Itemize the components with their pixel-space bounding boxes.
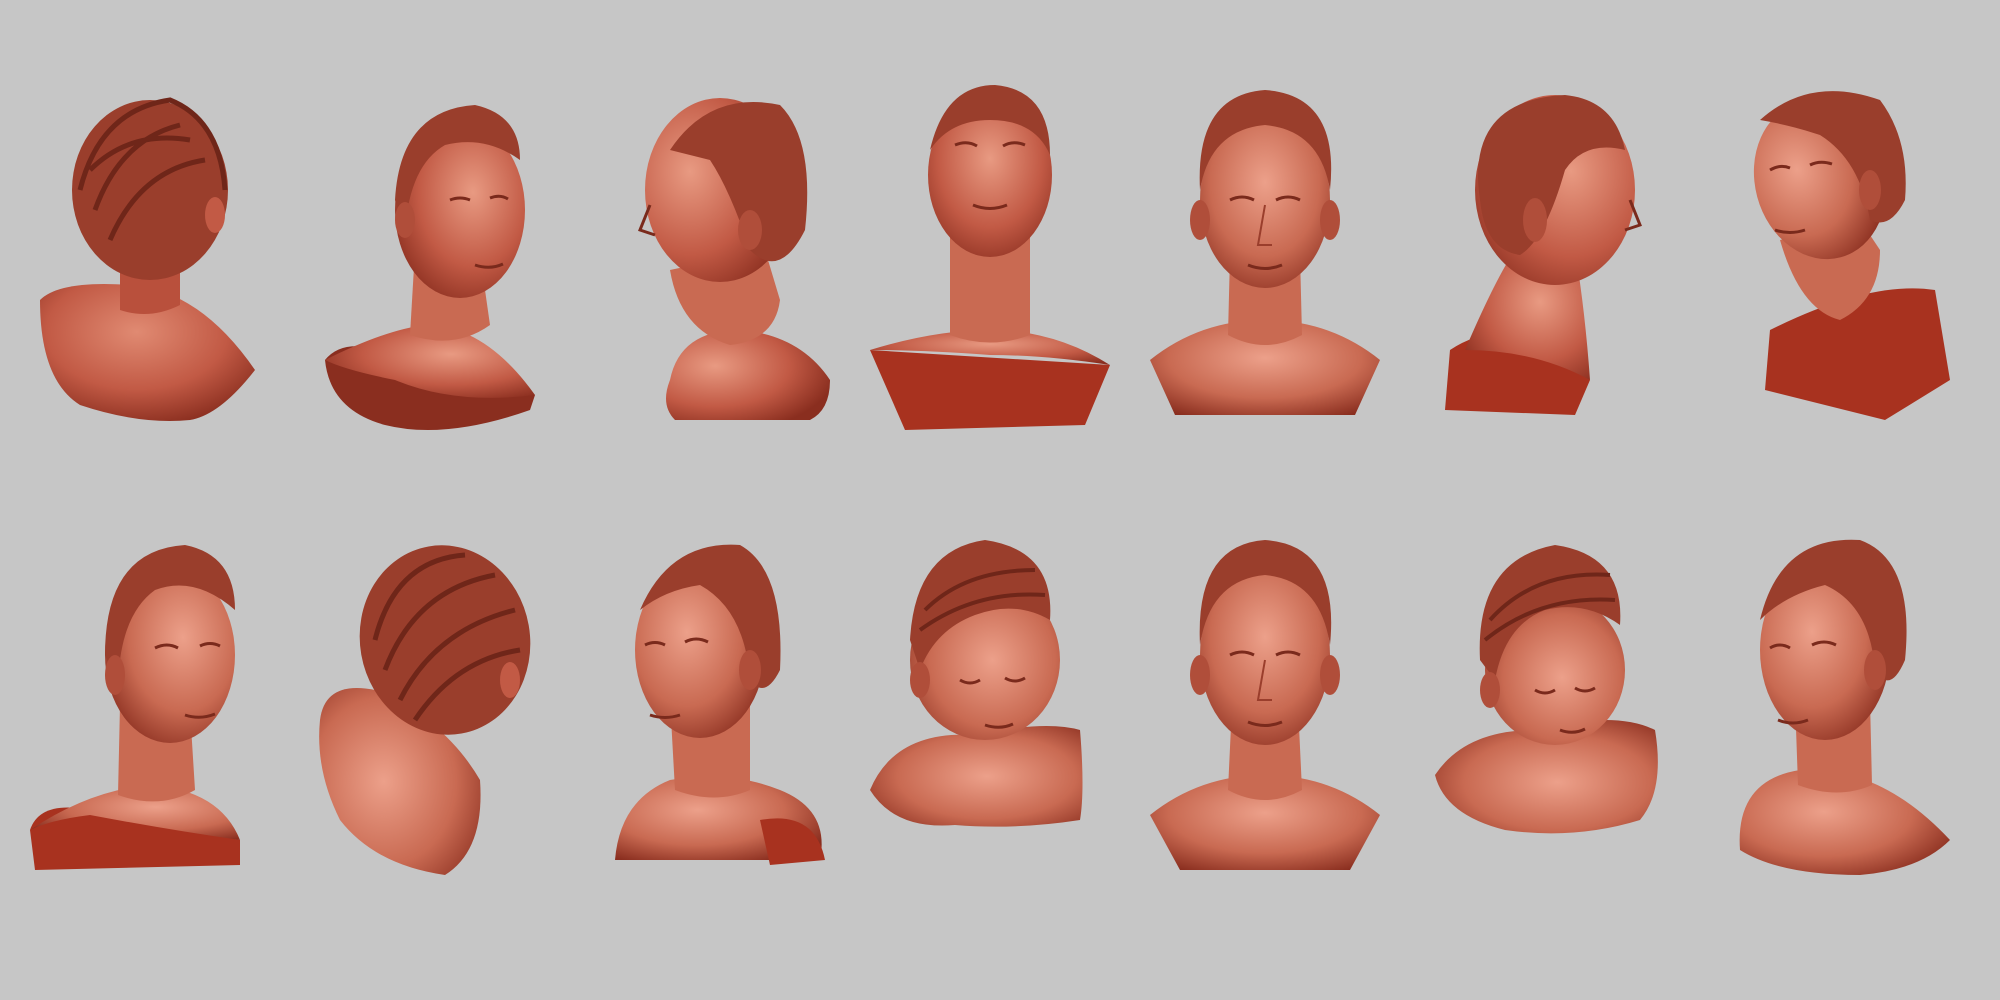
ear-right [1320,200,1340,240]
shoulders [666,330,830,420]
ear-left [1190,200,1210,240]
ear [1864,650,1886,690]
ear [738,210,762,250]
bust-three-quarter-left-up [1753,91,1950,420]
bust-top-down [870,540,1083,827]
ear [205,197,225,233]
bust-profile-left [638,98,830,420]
bust-top-down-right [1435,545,1658,834]
base-block [870,350,1110,430]
bust-three-quarter-left [615,544,825,865]
ear [1859,170,1881,210]
ear-left [1190,655,1210,695]
bust-front-low-angle [870,85,1110,430]
render-sheet [0,0,2000,1000]
ear [1523,198,1547,242]
shoulders [870,726,1083,827]
ear [910,662,930,698]
bust-back-view [40,97,255,421]
bust-back-top-view [319,545,531,875]
bust-three-quarter-right [325,105,535,430]
ear-right [1320,655,1340,695]
bust-front [1150,90,1380,415]
bust-front-2 [1150,540,1380,870]
ear [105,655,125,695]
bust-three-quarter-right-2 [30,545,240,870]
bust-profile-right-back [1445,95,1642,415]
ear [1480,672,1500,708]
ear [395,202,415,238]
bust-three-quarter-left-2 [1739,539,1950,875]
ear [500,662,520,698]
ear [739,650,761,690]
